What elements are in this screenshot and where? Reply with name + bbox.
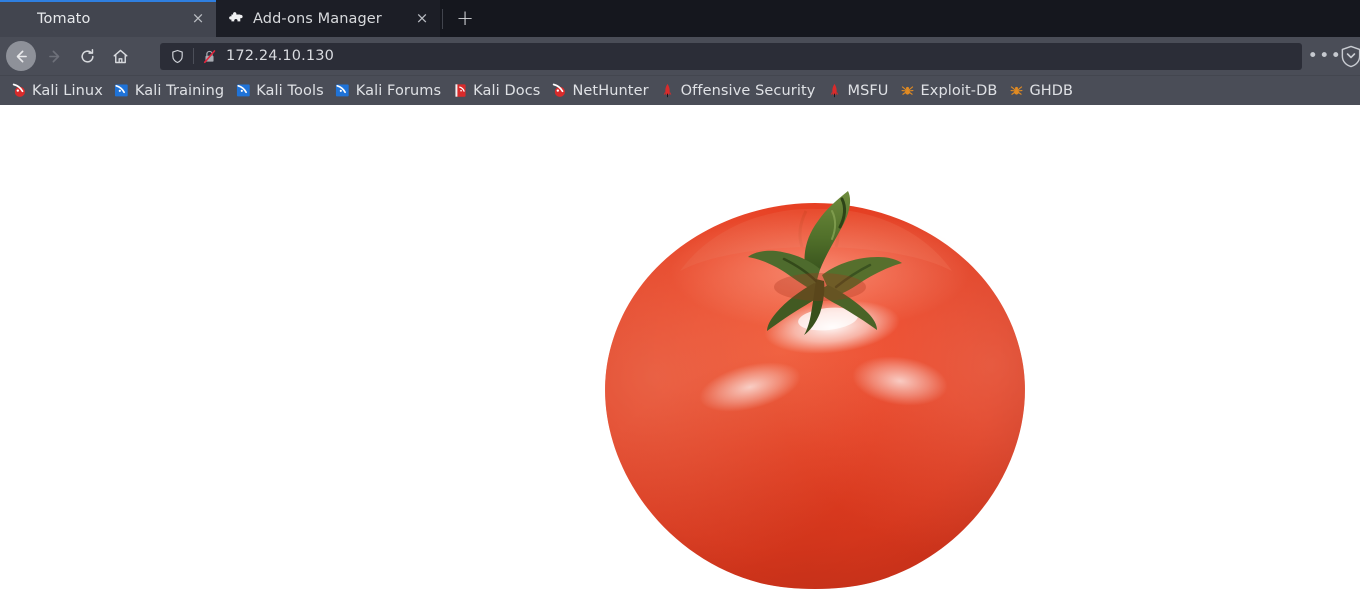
- arrow-right-icon: [48, 50, 59, 62]
- offsec-rocket-icon: [826, 83, 842, 99]
- kali-dragon-icon: [11, 83, 27, 99]
- bookmark-kali-forums[interactable]: Kali Forums: [330, 80, 446, 102]
- page-actions-button[interactable]: •••: [1308, 43, 1341, 69]
- bookmark-label: Kali Docs: [473, 82, 541, 99]
- arrow-left-icon: [16, 50, 27, 62]
- address-bar-divider: [193, 48, 194, 64]
- bookmark-offensive-security[interactable]: Offensive Security: [655, 80, 821, 102]
- browser-window: Tomato × Add-ons Manager × + 172.24.10.1…: [0, 0, 1360, 604]
- new-tab-button[interactable]: +: [451, 5, 479, 33]
- page-content: [0, 105, 1360, 604]
- reload-button[interactable]: [72, 41, 102, 71]
- kali-docs-book-icon: [452, 83, 468, 99]
- tab-tomato[interactable]: Tomato ×: [0, 0, 216, 37]
- forward-button[interactable]: [39, 41, 69, 71]
- shield-chevron-down-icon[interactable]: [1340, 44, 1360, 68]
- tab-close-button[interactable]: ×: [412, 9, 432, 29]
- tab-favicon-blank: [12, 11, 28, 27]
- bookmark-label: Kali Linux: [32, 82, 103, 99]
- url-text[interactable]: 172.24.10.130: [226, 48, 334, 64]
- puzzle-piece-icon: [228, 11, 244, 27]
- navigation-toolbar: 172.24.10.130 •••: [0, 37, 1360, 76]
- tab-strip: Tomato × Add-ons Manager × +: [0, 0, 1360, 37]
- reload-icon: [80, 48, 94, 63]
- bookmark-ghdb[interactable]: GHDB: [1003, 80, 1078, 102]
- home-button[interactable]: [105, 41, 135, 71]
- tab-addons-manager[interactable]: Add-ons Manager ×: [216, 0, 440, 37]
- bookmark-kali-docs[interactable]: Kali Docs: [447, 80, 545, 102]
- bookmark-kali-tools[interactable]: Kali Tools: [230, 80, 329, 102]
- tab-title: Tomato: [37, 10, 91, 27]
- bookmark-label: GHDB: [1029, 82, 1074, 99]
- bookmark-msfu[interactable]: MSFU: [821, 80, 893, 102]
- tab-close-button[interactable]: ×: [188, 9, 208, 29]
- bookmark-label: Offensive Security: [680, 82, 816, 99]
- spider-icon: [900, 83, 916, 99]
- tab-strip-empty-area[interactable]: [479, 0, 1360, 37]
- kali-blue-square-icon: [114, 83, 130, 99]
- tab-separator: [442, 8, 443, 29]
- bookmark-exploit-db[interactable]: Exploit-DB: [895, 80, 1003, 102]
- back-button[interactable]: [6, 41, 36, 71]
- address-bar[interactable]: 172.24.10.130: [160, 42, 1302, 70]
- home-icon: [113, 49, 127, 63]
- bookmarks-toolbar: Kali Linux Kali Training Kali Tools Kali…: [0, 76, 1360, 105]
- kali-dragon-icon: [551, 83, 567, 99]
- bookmark-label: Kali Forums: [355, 82, 442, 99]
- toolbar-right-actions: •••: [1308, 43, 1360, 69]
- bookmark-label: Exploit-DB: [920, 82, 998, 99]
- bookmark-label: Kali Tools: [256, 82, 324, 99]
- tomato-image: [570, 151, 1060, 604]
- bookmark-label: MSFU: [847, 82, 889, 99]
- tab-title: Add-ons Manager: [253, 10, 382, 27]
- kali-blue-square-icon: [235, 83, 251, 99]
- bookmark-nethunter[interactable]: NetHunter: [546, 80, 653, 102]
- lock-insecure-icon[interactable]: [201, 48, 217, 64]
- bookmark-kali-training[interactable]: Kali Training: [109, 80, 229, 102]
- spider-icon: [1008, 83, 1024, 99]
- shield-icon[interactable]: [168, 47, 186, 65]
- offsec-rocket-icon: [660, 83, 676, 99]
- bookmark-label: NetHunter: [572, 82, 649, 99]
- bookmark-kali-linux[interactable]: Kali Linux: [6, 80, 108, 102]
- bookmark-label: Kali Training: [134, 82, 225, 99]
- kali-blue-square-icon: [335, 83, 351, 99]
